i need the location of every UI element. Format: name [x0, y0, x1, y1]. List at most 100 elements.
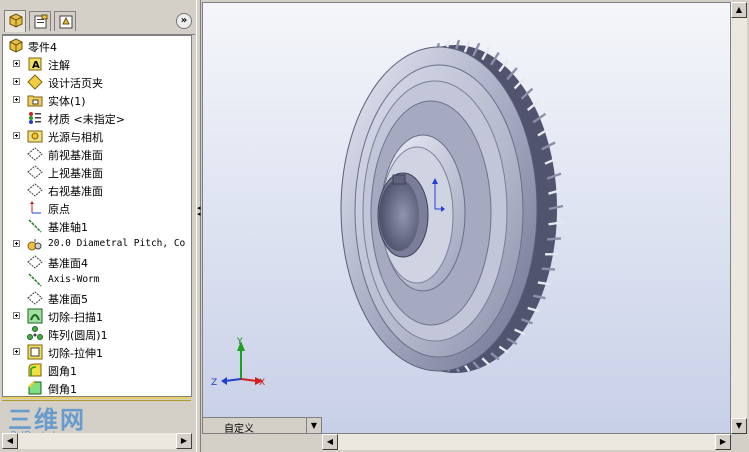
- tree-item[interactable]: A 注解: [3, 55, 191, 73]
- configuration-manager-icon: [59, 15, 73, 29]
- cut-sweep-icon: [27, 308, 43, 324]
- tree-item[interactable]: 设计活页夹: [3, 73, 191, 91]
- view-orientation-value: 自定义: [224, 424, 254, 435]
- reference-triad: Y X Z: [211, 337, 265, 388]
- expand-plus-icon[interactable]: [13, 60, 20, 67]
- expand-plus-icon[interactable]: [13, 348, 20, 355]
- chamfer-icon: [28, 381, 42, 395]
- tree-item[interactable]: 光源与相机: [3, 127, 191, 145]
- tree-item[interactable]: 切除-扫描1: [3, 307, 191, 325]
- feature-manager-icon: [9, 13, 23, 28]
- tree-item-label: 基准面4: [48, 257, 88, 270]
- material-icon: [29, 112, 41, 124]
- tree-item-label: 阵列(圆周)1: [48, 329, 108, 342]
- tree-item[interactable]: 基准面5: [3, 289, 191, 307]
- expand-plus-icon[interactable]: [13, 312, 20, 319]
- tree-item[interactable]: 20.0 Diametral Pitch, Co: [3, 235, 191, 253]
- tree-horizontal-scrollbar[interactable]: ◀ ▶: [2, 433, 192, 449]
- graphics-viewport[interactable]: Y X Z: [202, 2, 731, 434]
- plane-icon: [27, 147, 43, 161]
- tree-item[interactable]: 实体(1): [3, 91, 191, 109]
- splitter-grip-icon[interactable]: ◂ ◂: [197, 205, 201, 223]
- tree-item-label: 基准面5: [48, 293, 88, 306]
- tree-item[interactable]: 基准面4: [3, 253, 191, 271]
- view-orientation-select[interactable]: 自定义 ▼: [202, 417, 322, 435]
- tree-item-label: 原点: [48, 203, 70, 216]
- expand-plus-icon[interactable]: [13, 240, 20, 247]
- tree-item[interactable]: 切除-拉伸1: [3, 343, 191, 361]
- tree-item[interactable]: 材质 <未指定>: [3, 109, 191, 127]
- property-manager-icon: [34, 14, 48, 29]
- tree-item[interactable]: 上视基准面: [3, 163, 191, 181]
- expand-plus-icon[interactable]: [13, 96, 20, 103]
- triad-y-label: Y: [236, 337, 243, 347]
- panel-splitter[interactable]: ◂ ◂: [196, 0, 201, 452]
- axis-icon: [28, 273, 42, 287]
- tree-item-label: 材质 <未指定>: [48, 113, 125, 126]
- tree-item[interactable]: 圆角1: [3, 361, 191, 379]
- origin-icon: [30, 201, 41, 214]
- tab-feature-manager[interactable]: [4, 10, 26, 32]
- tree-item-label: 切除-扫描1: [48, 311, 103, 324]
- viewport-scroll-right-arrow-icon[interactable]: ▶: [715, 434, 731, 450]
- svg-text:A: A: [32, 60, 40, 71]
- lights-cameras-icon: [27, 130, 43, 143]
- status-strip: [202, 434, 322, 450]
- tree-item[interactable]: 阵列(圆周)1: [3, 325, 191, 343]
- chevron-down-icon[interactable]: ▼: [306, 418, 321, 433]
- tree-item-label: 圆角1: [48, 365, 77, 378]
- triad-z-label: Z: [211, 378, 217, 388]
- circular-pattern-icon: [27, 326, 43, 340]
- design-binder-icon: [27, 74, 43, 90]
- scroll-right-arrow-icon[interactable]: ▶: [176, 433, 192, 449]
- plane-icon: [27, 255, 43, 269]
- tree-item[interactable]: 前视基准面: [3, 145, 191, 163]
- tree-item-label: Axis-Worm: [48, 274, 100, 285]
- worm-gear-model[interactable]: [340, 39, 564, 373]
- plane-icon: [27, 183, 43, 197]
- tree-item-label: 实体(1): [48, 95, 86, 108]
- tab-property-manager[interactable]: [29, 11, 51, 31]
- tree-item[interactable]: 基准轴1: [3, 217, 191, 235]
- tab-configuration-manager[interactable]: [54, 11, 76, 31]
- triad-x-label: X: [259, 378, 265, 388]
- scroll-left-arrow-icon[interactable]: ◀: [2, 433, 18, 449]
- solid-bodies-folder-icon: [27, 95, 43, 107]
- tree-item-label: 基准轴1: [48, 221, 88, 234]
- gear-tooth: [547, 237, 562, 241]
- collapse-panel-button[interactable]: »: [176, 13, 192, 29]
- cut-extrude-icon: [27, 344, 43, 360]
- tree-item-label: 20.0 Diametral Pitch, Co: [48, 238, 186, 249]
- tree-item-label: 切除-拉伸1: [48, 347, 103, 360]
- part-icon: [9, 38, 23, 53]
- viewport-scroll-left-arrow-icon[interactable]: ◀: [322, 434, 338, 450]
- fillet-icon: [28, 363, 42, 377]
- expand-plus-icon[interactable]: [13, 132, 20, 139]
- rollback-bar[interactable]: [2, 397, 191, 399]
- scrollbar-corner: [731, 434, 747, 450]
- tree-item-label: 注解: [48, 59, 70, 72]
- tree-item[interactable]: 右视基准面: [3, 181, 191, 199]
- axis-icon: [28, 219, 42, 233]
- feature-manager-panel: » 零件4 A 注解设计活页夹实体(1) 材质 <未指定> 光源与相机前视基准面 上视基…: [0, 0, 197, 452]
- model-view[interactable]: Y X Z: [203, 3, 731, 434]
- scroll-down-arrow-icon[interactable]: ▼: [731, 418, 747, 434]
- tree-root-label: 零件4: [28, 41, 57, 54]
- tree-item-label: 前视基准面: [48, 149, 103, 162]
- gear-tooth: [541, 267, 556, 271]
- viewport-horizontal-scrollbar[interactable]: ◀ ▶: [322, 434, 731, 450]
- gear-toolbox-icon: [27, 239, 42, 251]
- tree-item[interactable]: 原点: [3, 199, 191, 217]
- viewport-vertical-scrollbar[interactable]: ▲ ▼: [731, 2, 747, 434]
- expand-plus-icon[interactable]: [13, 78, 20, 85]
- feature-tree: 零件4 A 注解设计活页夹实体(1) 材质 <未指定> 光源与相机前视基准面 上视基准面…: [2, 35, 192, 397]
- plane-icon: [27, 165, 43, 179]
- tree-item-label: 设计活页夹: [48, 77, 103, 90]
- tree-item[interactable]: 倒角1: [3, 379, 191, 396]
- tree-item-label: 光源与相机: [48, 131, 103, 144]
- tree-item[interactable]: Axis-Worm: [3, 271, 191, 289]
- tree-item-label: 倒角1: [48, 383, 77, 396]
- plane-icon: [27, 291, 43, 305]
- tree-root-part[interactable]: 零件4: [3, 37, 191, 55]
- scroll-up-arrow-icon[interactable]: ▲: [731, 2, 747, 18]
